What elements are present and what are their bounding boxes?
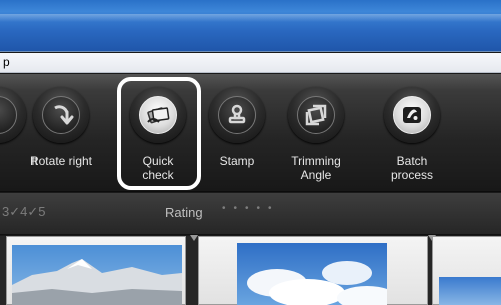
thumbnail-frame[interactable]: [6, 236, 186, 305]
batch-process-icon: [393, 96, 431, 134]
menu-item-help[interactable]: p: [3, 55, 10, 69]
rotate-right-button[interactable]: Rotate right: [21, 74, 101, 192]
stamp-icon: [218, 96, 256, 134]
mountain-image: [12, 259, 182, 305]
thumbnail-frame[interactable]: [432, 236, 501, 305]
clouds-image: [247, 261, 387, 305]
trimming-angle-icon: [297, 96, 335, 134]
quick-check-button[interactable]: Quick check: [118, 74, 198, 192]
batch-process-label: Batch process: [390, 154, 434, 182]
menu-bar: p: [0, 53, 501, 73]
rating-label: Rating: [165, 205, 203, 220]
quick-check-icon: [139, 96, 177, 134]
thumbnail-photo: [439, 277, 501, 305]
rotate-right-icon: [42, 96, 80, 134]
thumbnail-photo: [237, 243, 387, 305]
thumbnail-photo: [12, 245, 182, 305]
trimming-angle-button[interactable]: Trimming Angle: [276, 74, 356, 192]
thumbnail-frame[interactable]: [198, 236, 428, 305]
trimming-angle-label: Trimming Angle: [291, 154, 341, 182]
rating-dots[interactable]: •••••: [222, 203, 280, 214]
stamp-button[interactable]: Stamp: [197, 74, 277, 192]
stamp-label: Stamp: [219, 154, 255, 168]
thumbnail-strip: [0, 235, 501, 305]
rotate-right-label: Rotate right: [29, 154, 93, 168]
quick-check-label: Quick check: [142, 154, 174, 182]
strip-divider-marker: [190, 235, 198, 241]
rating-filter-digits[interactable]: 3✓4✓5: [2, 204, 45, 220]
batch-process-button[interactable]: Batch process: [372, 74, 452, 192]
toolbar: ft Rotate right Quick check Stamp Trimmi…: [0, 74, 501, 192]
rotate-left-icon: [0, 96, 17, 134]
rating-bar: 3✓4✓5 Rating •••••: [0, 193, 501, 235]
window-title-bar: [0, 0, 501, 52]
